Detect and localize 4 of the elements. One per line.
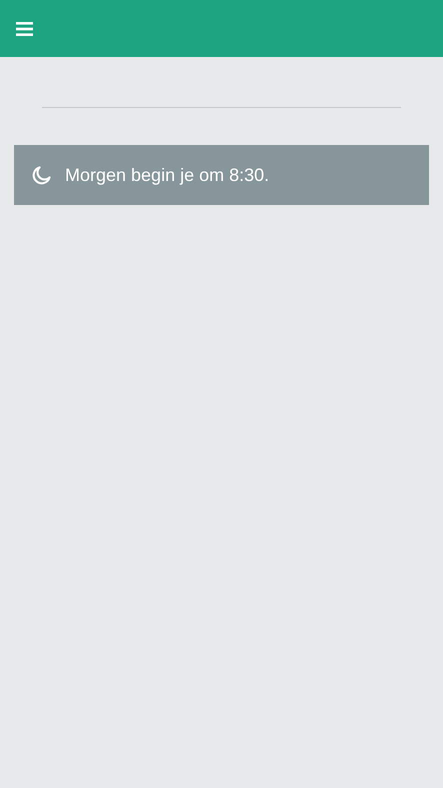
moon-icon xyxy=(32,166,51,184)
menu-icon xyxy=(16,22,33,36)
notice-text: Morgen begin je om 8:30. xyxy=(65,164,270,186)
menu-button[interactable] xyxy=(16,22,33,36)
